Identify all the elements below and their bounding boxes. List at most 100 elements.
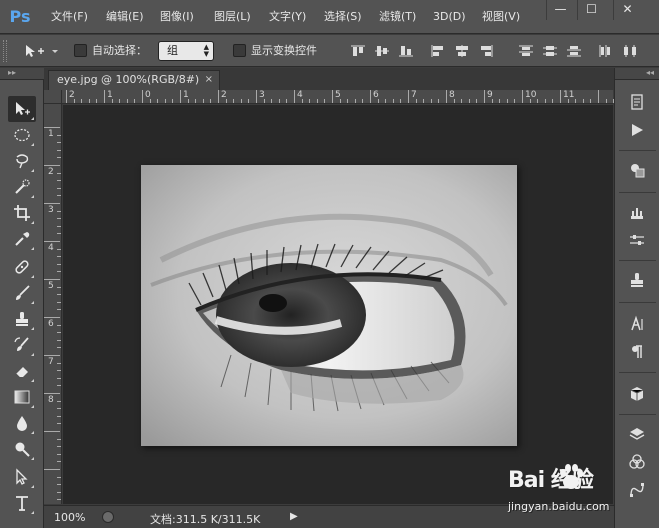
auto-select-checkbox[interactable] bbox=[74, 44, 87, 57]
brush-tool[interactable] bbox=[8, 280, 36, 306]
ruler-tick bbox=[44, 469, 60, 470]
menu-view[interactable]: 视图(V) bbox=[482, 9, 520, 25]
history-brush-tool[interactable] bbox=[8, 332, 36, 358]
status-menu-arrow-icon[interactable]: ▶ bbox=[290, 511, 298, 522]
history-panel-button[interactable] bbox=[624, 90, 650, 114]
ruler-tick bbox=[248, 99, 250, 103]
dodge-tool[interactable] bbox=[8, 436, 36, 462]
ruler-tick bbox=[57, 301, 61, 303]
align-bottom-icon[interactable] bbox=[398, 44, 414, 58]
color-panel-button[interactable] bbox=[624, 158, 650, 182]
ruler-tick bbox=[57, 370, 61, 372]
healing-brush-tool[interactable] bbox=[8, 254, 36, 280]
ruler-tick bbox=[57, 195, 61, 197]
eyedropper-tool[interactable] bbox=[8, 226, 36, 252]
distribute-vcenter-icon[interactable] bbox=[542, 44, 558, 58]
clone-stamp-tool[interactable] bbox=[8, 306, 36, 332]
layers-panel-button[interactable] bbox=[624, 422, 650, 446]
status-info-icon[interactable] bbox=[102, 511, 114, 523]
ruler-tick bbox=[57, 210, 61, 212]
path-selection-tool[interactable] bbox=[8, 464, 36, 490]
menu-filter[interactable]: 滤镜(T) bbox=[379, 9, 416, 25]
quick-selection-tool[interactable] bbox=[8, 174, 36, 200]
align-vcenter-icon[interactable] bbox=[374, 44, 390, 58]
document-image[interactable] bbox=[141, 165, 517, 446]
menu-file[interactable]: 文件(F) bbox=[51, 9, 88, 25]
ruler-origin[interactable] bbox=[44, 90, 62, 104]
crop-tool[interactable] bbox=[8, 200, 36, 226]
drop-icon bbox=[17, 416, 27, 431]
ruler-tick bbox=[57, 157, 61, 159]
expand-panels-icon[interactable]: ◂◂ bbox=[646, 68, 654, 77]
dodge-icon bbox=[15, 442, 30, 457]
options-grip[interactable] bbox=[3, 40, 7, 62]
character-panel-button[interactable] bbox=[624, 312, 650, 336]
eraser-tool[interactable] bbox=[8, 358, 36, 384]
ruler-tick bbox=[57, 438, 61, 440]
lasso-tool[interactable] bbox=[8, 148, 36, 174]
align-hcenter-icon[interactable] bbox=[454, 44, 470, 58]
ruler-tick bbox=[560, 90, 561, 103]
distribute-top-icon[interactable] bbox=[518, 44, 534, 58]
actions-panel-button[interactable] bbox=[624, 118, 650, 142]
ruler-tick bbox=[202, 99, 204, 103]
3d-panel-button[interactable] bbox=[624, 382, 650, 406]
move-tool-icon bbox=[26, 45, 58, 57]
ruler-tick bbox=[57, 142, 61, 144]
auto-select-dropdown[interactable]: 组 ▲ ▼ bbox=[158, 41, 214, 61]
tab-eye-jpg[interactable]: eye.jpg @ 100%(RGB/8#) × bbox=[48, 70, 220, 90]
distribute-hcenter-icon[interactable] bbox=[622, 44, 638, 58]
paragraph-panel-button[interactable] bbox=[624, 340, 650, 364]
ruler-tick bbox=[506, 99, 508, 103]
ruler-tick bbox=[57, 408, 61, 410]
show-transform-checkbox[interactable] bbox=[233, 44, 246, 57]
ruler-tick bbox=[119, 99, 121, 103]
move-tool[interactable] bbox=[8, 96, 36, 122]
ruler-tick bbox=[57, 484, 61, 486]
ruler-tick bbox=[362, 99, 364, 103]
distribute-bottom-icon[interactable] bbox=[566, 44, 582, 58]
minimize-button[interactable]: — bbox=[546, 0, 574, 20]
zoom-level[interactable]: 100% bbox=[54, 511, 85, 524]
menu-layer[interactable]: 图层(L) bbox=[214, 9, 251, 25]
align-right-icon[interactable] bbox=[478, 44, 494, 58]
panel-dock-header[interactable]: ◂◂ bbox=[615, 68, 659, 80]
align-top-icon[interactable] bbox=[350, 44, 366, 58]
vertical-ruler[interactable]: 1 2 3 4 5 6 7 8 bbox=[44, 104, 62, 524]
ruler-tick bbox=[575, 99, 577, 103]
type-tool[interactable] bbox=[8, 490, 36, 516]
adjustments-panel-button[interactable] bbox=[624, 228, 650, 252]
distribute-left-icon[interactable] bbox=[598, 44, 614, 58]
paw-icon bbox=[560, 464, 583, 489]
menu-image[interactable]: 图像(I) bbox=[160, 9, 194, 25]
ruler-tick bbox=[301, 99, 303, 103]
tool-preset-picker[interactable] bbox=[22, 43, 62, 59]
close-window-button[interactable]: ✕ bbox=[613, 0, 641, 20]
stamp-icon bbox=[16, 312, 28, 326]
tools-panel-header[interactable]: ▸▸ bbox=[0, 68, 44, 80]
blur-tool[interactable] bbox=[8, 410, 36, 436]
horizontal-ruler[interactable]: 2 1 0 1 2 3 4 5 6 7 8 9 10 11 bbox=[62, 90, 615, 104]
menu-type[interactable]: 文字(Y) bbox=[269, 9, 306, 25]
menu-select[interactable]: 选择(S) bbox=[324, 9, 362, 25]
ruler-tick bbox=[605, 99, 607, 103]
ruler-tick bbox=[324, 99, 326, 103]
gradient-tool[interactable] bbox=[8, 384, 36, 410]
maximize-button[interactable]: ☐ bbox=[577, 0, 605, 20]
ruler-h-label: 10 bbox=[525, 90, 537, 100]
clone-source-panel-button[interactable] bbox=[624, 268, 650, 292]
document-tabs: eye.jpg @ 100%(RGB/8#) × bbox=[44, 68, 614, 90]
brush-panel-button[interactable] bbox=[624, 200, 650, 224]
ruler-tick bbox=[582, 99, 584, 103]
collapse-icon[interactable]: ▸▸ bbox=[8, 68, 16, 77]
ruler-tick bbox=[57, 271, 61, 273]
align-left-icon[interactable] bbox=[430, 44, 446, 58]
menu-3d[interactable]: 3D(D) bbox=[433, 9, 466, 25]
menu-edit[interactable]: 编辑(E) bbox=[106, 9, 144, 25]
clone-source-icon bbox=[631, 273, 643, 287]
close-tab-icon[interactable]: × bbox=[205, 71, 213, 89]
marquee-tool[interactable] bbox=[8, 122, 36, 148]
history-icon bbox=[631, 94, 643, 110]
ruler-v-label: 5 bbox=[48, 281, 54, 291]
ruler-tick bbox=[57, 294, 61, 296]
